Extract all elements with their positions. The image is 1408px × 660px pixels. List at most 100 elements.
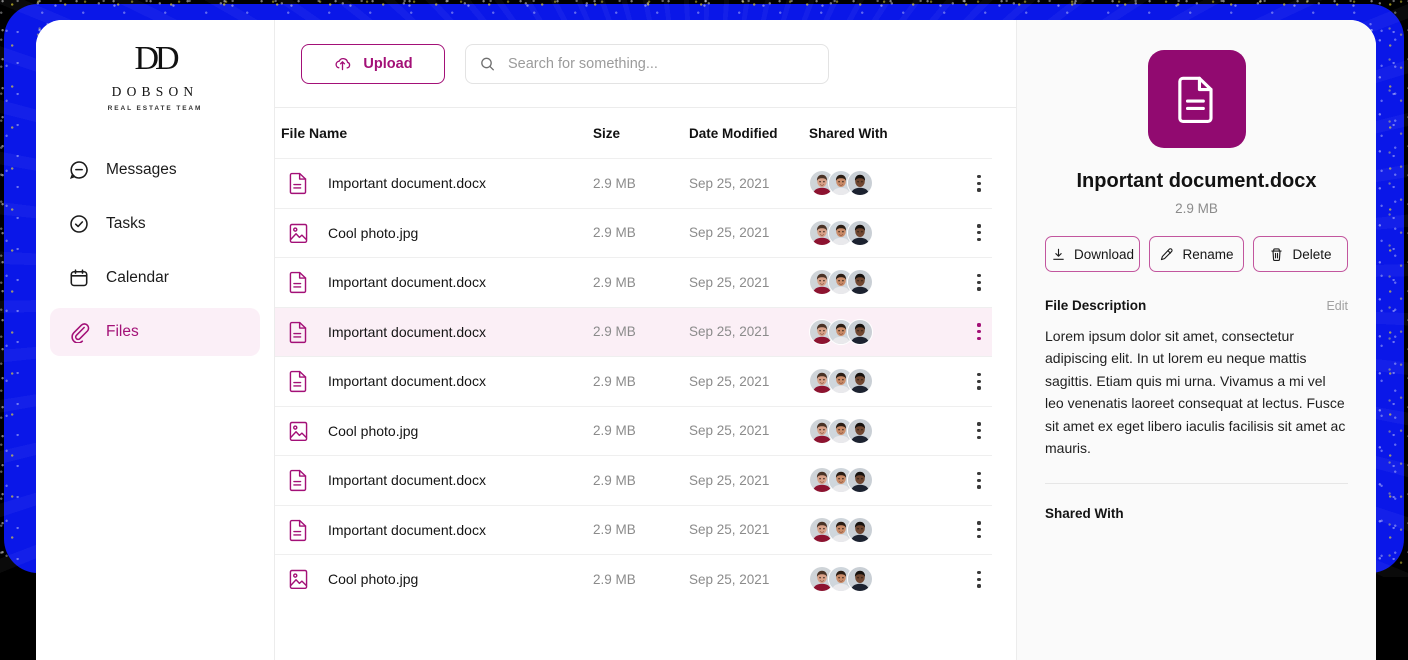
brand-logo: DD DOBSON REAL ESTATE TEAM (50, 20, 260, 146)
sidebar-item-messages[interactable]: Messages (50, 146, 260, 194)
table-row[interactable]: Important document.docx2.9 MBSep 25, 202… (275, 158, 992, 208)
file-name-label: Cool photo.jpg (328, 225, 418, 241)
row-menu-icon[interactable] (973, 270, 985, 295)
detail-actions: Download Rename (1045, 236, 1348, 272)
download-button-label: Download (1074, 247, 1134, 262)
shared-with-cell (809, 368, 937, 394)
image-icon (289, 222, 308, 244)
shared-with-cell (809, 566, 937, 592)
table-row[interactable]: Cool photo.jpg2.9 MBSep 25, 2021 (275, 406, 992, 456)
sidebar-item-files[interactable]: Files (50, 308, 260, 356)
file-name-cell: Important document.docx (281, 519, 593, 541)
row-menu-icon[interactable] (973, 319, 985, 344)
row-menu-icon[interactable] (973, 567, 985, 592)
detail-hero: Inportant document.docx 2.9 MB (1045, 50, 1348, 216)
file-name-label: Important document.docx (328, 274, 486, 290)
file-date-cell: Sep 25, 2021 (689, 473, 809, 488)
download-icon (1051, 247, 1066, 262)
row-menu-icon[interactable] (973, 418, 985, 443)
file-date-cell: Sep 25, 2021 (689, 275, 809, 290)
files-main: Upload File Name Size Date Modified Shar… (275, 20, 1016, 660)
avatar (847, 170, 873, 196)
cloud-upload-icon (333, 54, 352, 73)
sidebar-item-label: Messages (106, 161, 177, 179)
row-menu-icon[interactable] (973, 171, 985, 196)
document-icon (289, 469, 308, 491)
table-row[interactable]: Important document.docx2.9 MBSep 25, 202… (275, 505, 992, 555)
detail-file-size: 2.9 MB (1175, 201, 1218, 216)
file-date-cell: Sep 25, 2021 (689, 572, 809, 587)
delete-button[interactable]: Delete (1253, 236, 1348, 272)
download-button[interactable]: Download (1045, 236, 1140, 272)
file-name-label: Important document.docx (328, 472, 486, 488)
detail-file-name: Inportant document.docx (1077, 170, 1317, 193)
message-icon (68, 159, 90, 181)
avatar-group (809, 418, 873, 444)
row-actions-cell (937, 369, 992, 394)
file-name-label: Important document.docx (328, 175, 486, 191)
delete-button-label: Delete (1292, 247, 1331, 262)
table-row[interactable]: Important document.docx2.9 MBSep 25, 202… (275, 455, 992, 505)
row-actions-cell (937, 270, 992, 295)
shared-with-title: Shared With (1045, 506, 1348, 521)
document-icon (289, 321, 308, 343)
file-size-cell: 2.9 MB (593, 572, 689, 587)
row-menu-icon[interactable] (973, 369, 985, 394)
sidebar: DD DOBSON REAL ESTATE TEAM Messages (36, 20, 275, 660)
brand-name: DOBSON (112, 84, 199, 100)
avatar (847, 418, 873, 444)
avatar-group (809, 467, 873, 493)
file-detail-panel: Inportant document.docx 2.9 MB Download (1016, 20, 1376, 660)
avatar (847, 566, 873, 592)
shared-with-cell (809, 269, 937, 295)
table-row[interactable]: Cool photo.jpg2.9 MBSep 25, 2021 (275, 554, 992, 604)
row-menu-icon[interactable] (973, 220, 985, 245)
sidebar-item-label: Files (106, 323, 139, 341)
row-actions-cell (937, 468, 992, 493)
detail-divider (1045, 483, 1348, 484)
rename-button[interactable]: Rename (1149, 236, 1244, 272)
search-input[interactable] (465, 44, 829, 84)
rename-button-label: Rename (1182, 247, 1233, 262)
row-menu-icon[interactable] (973, 517, 985, 542)
search-field (465, 44, 829, 84)
sidebar-item-label: Calendar (106, 269, 169, 287)
upload-button-label: Upload (363, 56, 412, 72)
calendar-icon (68, 267, 90, 289)
file-size-cell: 2.9 MB (593, 423, 689, 438)
file-description-title: File Description (1045, 298, 1146, 313)
table-row[interactable]: Important document.docx2.9 MBSep 25, 202… (275, 307, 992, 357)
document-icon (1148, 50, 1246, 148)
sidebar-item-calendar[interactable]: Calendar (50, 254, 260, 302)
avatar-group (809, 170, 873, 196)
row-actions-cell (937, 220, 992, 245)
row-actions-cell (937, 517, 992, 542)
upload-button[interactable]: Upload (301, 44, 445, 84)
row-menu-icon[interactable] (973, 468, 985, 493)
edit-description-link[interactable]: Edit (1326, 299, 1348, 313)
document-icon (289, 519, 308, 541)
file-date-cell: Sep 25, 2021 (689, 225, 809, 240)
file-name-label: Important document.docx (328, 373, 486, 389)
file-date-cell: Sep 25, 2021 (689, 374, 809, 389)
avatar-group (809, 517, 873, 543)
file-name-label: Important document.docx (328, 522, 486, 538)
column-header-file-name: File Name (281, 125, 593, 141)
avatar (847, 220, 873, 246)
file-size-cell: 2.9 MB (593, 324, 689, 339)
file-date-cell: Sep 25, 2021 (689, 522, 809, 537)
avatar-group (809, 566, 873, 592)
table-row[interactable]: Cool photo.jpg2.9 MBSep 25, 2021 (275, 208, 992, 258)
sidebar-item-tasks[interactable]: Tasks (50, 200, 260, 248)
avatar (847, 269, 873, 295)
shared-with-cell (809, 319, 937, 345)
file-name-cell: Important document.docx (281, 370, 593, 392)
image-icon (289, 568, 308, 590)
file-name-cell: Important document.docx (281, 469, 593, 491)
file-name-label: Cool photo.jpg (328, 423, 418, 439)
brand-tagline: REAL ESTATE TEAM (108, 105, 203, 112)
table-row[interactable]: Important document.docx 2.9 MBSep 25, 202… (275, 356, 992, 406)
table-row[interactable]: Important document.docx2.9 MBSep 25, 202… (275, 257, 992, 307)
file-size-cell: 2.9 MB (593, 374, 689, 389)
document-icon (289, 271, 308, 293)
